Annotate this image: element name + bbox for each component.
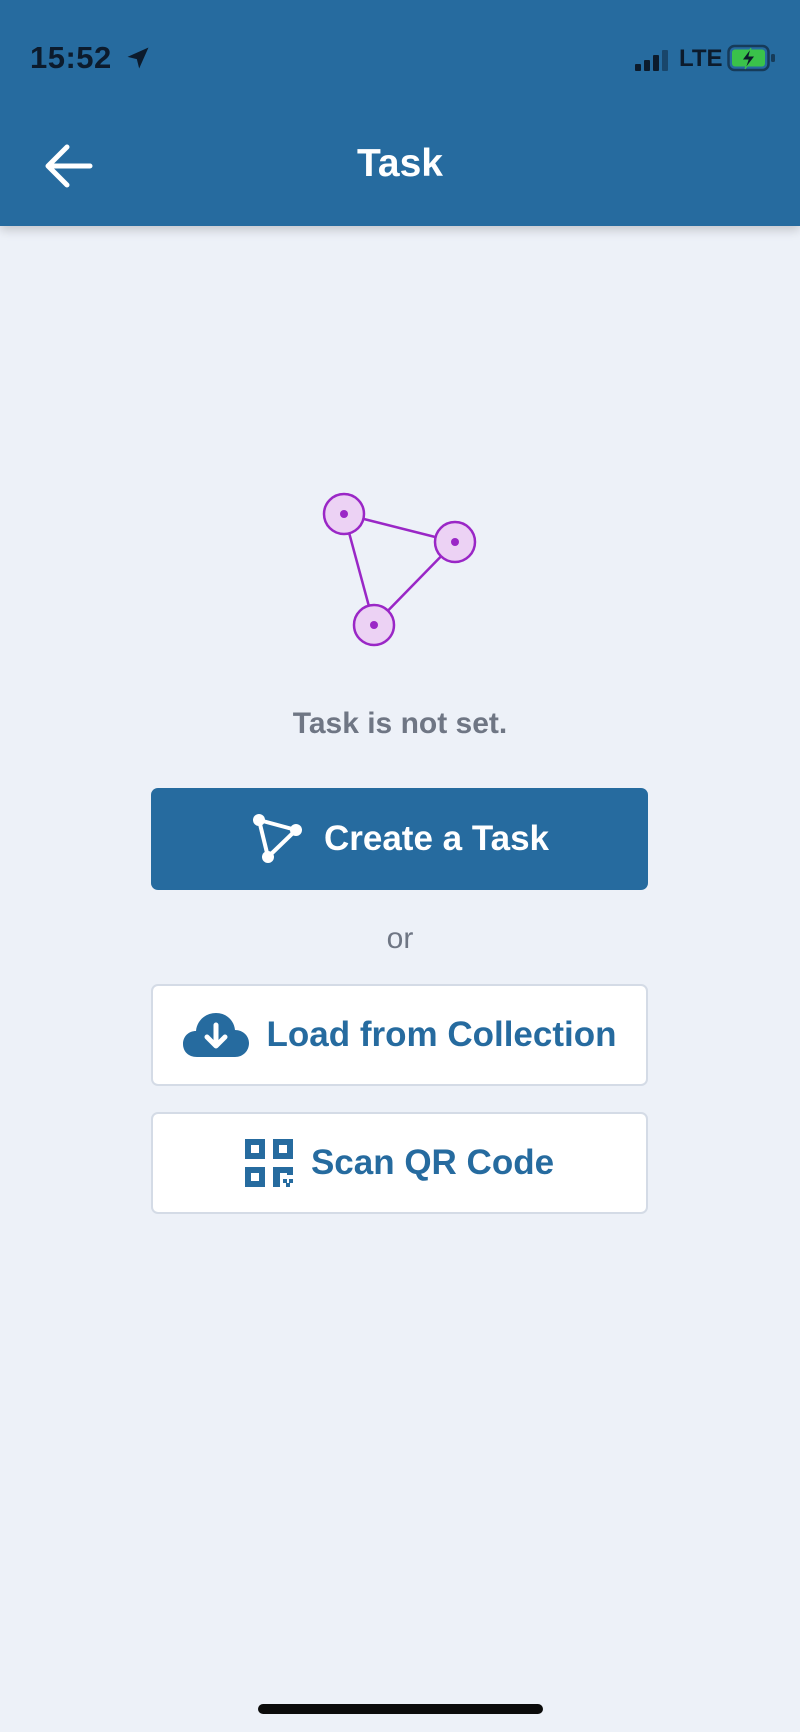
create-task-label: Create a Task — [323, 819, 550, 858]
triangle-nodes-illustration-icon — [322, 492, 477, 647]
status-time: 15:52 — [30, 40, 112, 75]
load-from-collection-label: Load from Collection — [266, 1015, 617, 1054]
triangle-nodes-icon — [252, 814, 302, 863]
app-header: 15:52 LTE Task — [0, 0, 800, 226]
or-separator: or — [386, 922, 414, 955]
qr-code-icon — [244, 1139, 293, 1187]
page-title: Task — [357, 142, 443, 185]
scan-qr-code-label: Scan QR Code — [310, 1143, 555, 1182]
network-type: LTE — [679, 45, 723, 72]
battery-charging-icon — [727, 44, 775, 72]
cloud-download-icon — [182, 1013, 249, 1057]
location-arrow-icon — [127, 47, 149, 69]
create-task-button[interactable]: Create a Task — [151, 788, 648, 890]
scan-qr-code-button[interactable]: Scan QR Code — [151, 1112, 648, 1214]
load-from-collection-button[interactable]: Load from Collection — [151, 984, 648, 1086]
cellular-signal-icon — [635, 50, 668, 71]
empty-state-message: Task is not set. — [292, 707, 508, 740]
home-indicator[interactable] — [258, 1704, 543, 1714]
